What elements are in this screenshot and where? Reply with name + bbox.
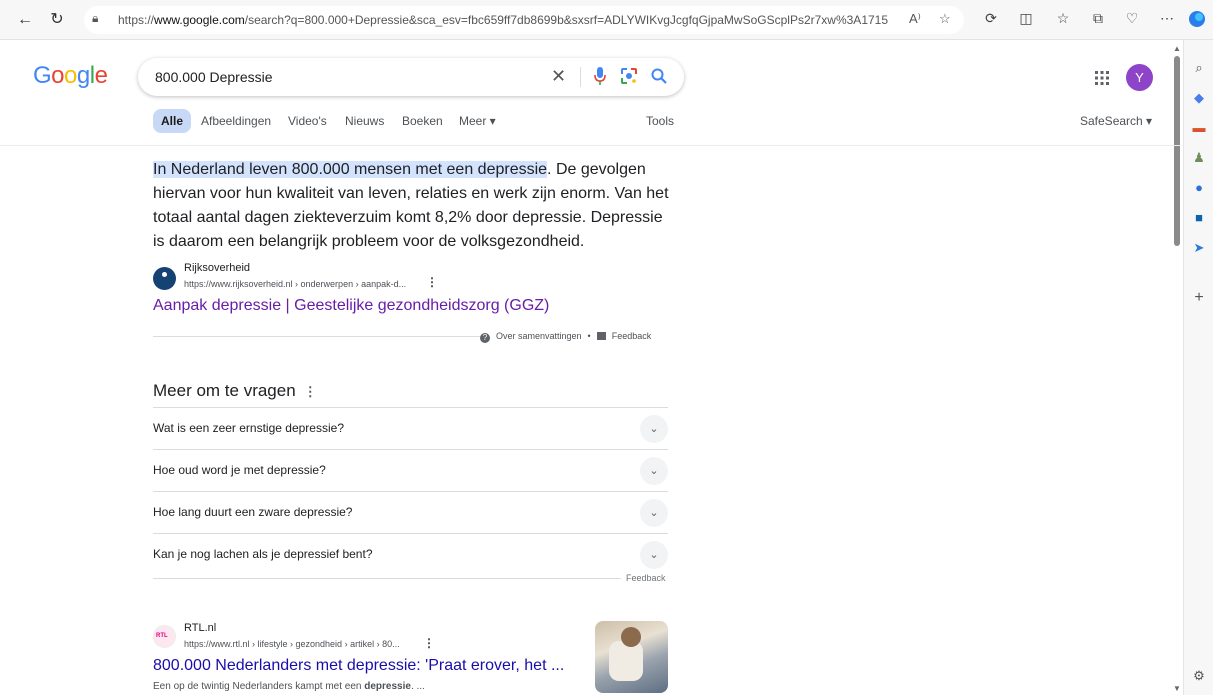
rtl-source-name[interactable]: RTL.nl xyxy=(184,622,216,634)
google-apps-icon[interactable] xyxy=(1094,70,1110,86)
search-icon[interactable] xyxy=(650,67,668,85)
rtl-source-cite[interactable]: https://www.rtl.nl › lifestyle › gezondh… xyxy=(184,639,400,649)
browser-essentials-icon[interactable]: ♡ xyxy=(1122,10,1142,27)
sidebar-people-icon[interactable]: ♟ xyxy=(1191,150,1207,166)
address-bar[interactable]: 🔒︎ https://www.google.com/search?q=800.0… xyxy=(84,6,964,34)
paa-question[interactable]: Kan je nog lachen als je depressief bent… xyxy=(153,533,668,575)
snippet-highlight: In Nederland leven 800.000 mensen met ee… xyxy=(153,161,548,178)
paa-heading: Meer om te vragen ⋮ xyxy=(153,381,317,400)
favorites-icon[interactable]: ☆ xyxy=(1053,10,1073,27)
snippet-feedback-link[interactable]: Feedback xyxy=(612,331,652,341)
source-cite: https://www.rijksoverheid.nl › onderwerp… xyxy=(184,279,407,289)
sidebar-outlook-icon[interactable]: ■ xyxy=(1191,210,1207,226)
clear-search-icon[interactable]: ✕ xyxy=(551,66,566,87)
sidebar-settings-icon[interactable]: ⚙ xyxy=(1191,668,1207,684)
paa-feedback-link[interactable]: Feedback xyxy=(626,573,666,583)
question-icon: ? xyxy=(480,333,490,343)
result-options-icon[interactable]: ⋮ xyxy=(423,636,435,650)
snippet-footer: ? Over samenvattingen • Feedback xyxy=(480,331,651,343)
paa-options-icon[interactable]: ⋮ xyxy=(304,384,317,399)
extensions-icon[interactable]: ⟳ xyxy=(981,10,1001,27)
sidebar-tag-icon[interactable]: ◆ xyxy=(1191,90,1207,106)
tab-alle[interactable]: Alle xyxy=(153,109,192,133)
sidebar-add-icon[interactable]: + xyxy=(1191,290,1207,306)
paa-question-text: Kan je nog lachen als je depressief bent… xyxy=(153,547,373,561)
tab-meer[interactable]: Meer ▾ xyxy=(459,109,496,133)
scroll-up-arrow-icon[interactable]: ▲ xyxy=(1173,44,1181,53)
snippet-footer-divider xyxy=(153,336,483,337)
read-aloud-icon[interactable]: A⁾ xyxy=(909,11,921,27)
paa-question-text: Hoe oud word je met depressie? xyxy=(153,463,326,477)
paa-question[interactable]: Wat is een zeer ernstige depressie? ⌄ xyxy=(153,407,668,449)
sidebar-office-icon[interactable]: ● xyxy=(1191,180,1207,196)
rtl-result-description: Een op de twintig Nederlanders kampt met… xyxy=(153,681,425,692)
search-divider xyxy=(580,67,581,87)
edge-sidebar: ⌕ ◆ ▬ ♟ ● ■ ➤ + ⚙ xyxy=(1183,40,1213,695)
back-arrow-icon[interactable]: ← xyxy=(14,9,36,31)
chevron-down-icon[interactable]: ⌄ xyxy=(640,457,668,485)
chevron-down-icon[interactable]: ⌄ xyxy=(640,499,668,527)
header-divider xyxy=(0,145,1181,146)
rtl-favicon-icon xyxy=(153,625,176,648)
sidebar-tools-icon[interactable]: ▬ xyxy=(1191,120,1207,136)
search-input[interactable]: 800.000 Depressie xyxy=(155,69,273,85)
sidebar-send-icon[interactable]: ➤ xyxy=(1191,240,1207,256)
tools-button[interactable]: Tools xyxy=(646,109,674,133)
favorite-star-icon[interactable]: ☆ xyxy=(939,11,951,27)
sidebar-search-icon[interactable]: ⌕ xyxy=(1191,60,1207,76)
paa-question-text: Wat is een zeer ernstige depressie? xyxy=(153,421,344,435)
google-logo[interactable]: Google xyxy=(33,62,108,90)
copilot-icon[interactable] xyxy=(1186,10,1208,31)
rtl-thumbnail-image[interactable] xyxy=(595,621,668,693)
account-avatar[interactable]: Y xyxy=(1126,64,1153,91)
paa-question[interactable]: Hoe oud word je met depressie? ⌄ xyxy=(153,449,668,491)
snippet-result-link[interactable]: Aanpak depressie | Geestelijke gezondhei… xyxy=(153,297,549,315)
more-menu-icon[interactable]: ⋯ xyxy=(1157,10,1177,27)
paa-question[interactable]: Hoe lang duurt een zware depressie? ⌄ xyxy=(153,491,668,533)
paa-bottom-divider xyxy=(153,578,621,579)
rtl-result-link[interactable]: 800.000 Nederlanders met depressie: 'Pra… xyxy=(153,657,564,675)
about-snippets-link[interactable]: Over samenvattingen xyxy=(496,331,582,341)
lock-icon: 🔒︎ xyxy=(92,11,99,25)
collections-icon[interactable]: ⧉ xyxy=(1088,10,1108,27)
tab-videos[interactable]: Video's xyxy=(288,109,327,133)
paa-question-text: Hoe lang duurt een zware depressie? xyxy=(153,505,353,519)
browser-toolbar: ← ↻ 🔒︎ https://www.google.com/search?q=8… xyxy=(0,0,1213,40)
tab-nieuws[interactable]: Nieuws xyxy=(345,109,384,133)
split-screen-icon[interactable]: ◫ xyxy=(1016,10,1036,27)
search-box[interactable]: 800.000 Depressie ✕ xyxy=(138,58,684,96)
refresh-icon[interactable]: ↻ xyxy=(46,9,68,31)
result-options-icon[interactable]: ⋮ xyxy=(426,275,438,289)
url-text: https://www.google.com/search?q=800.000+… xyxy=(118,13,888,27)
rijksoverheid-favicon-icon xyxy=(153,267,176,290)
chevron-down-icon[interactable]: ⌄ xyxy=(640,541,668,569)
tab-afbeeldingen[interactable]: Afbeeldingen xyxy=(201,109,271,133)
chevron-down-icon[interactable]: ⌄ xyxy=(640,415,668,443)
lens-search-icon[interactable] xyxy=(620,67,638,85)
voice-search-icon[interactable] xyxy=(592,66,608,86)
source-name: Rijksoverheid xyxy=(184,262,251,274)
separator-dot: • xyxy=(587,331,591,341)
page-scrollbar[interactable]: ▲ ▼ xyxy=(1173,44,1181,694)
scrollbar-thumb[interactable] xyxy=(1174,56,1180,246)
tab-boeken[interactable]: Boeken xyxy=(402,109,443,133)
safesearch-button[interactable]: SafeSearch ▾ xyxy=(1080,109,1152,133)
feedback-icon xyxy=(596,332,606,340)
featured-snippet-text: In Nederland leven 800.000 mensen met ee… xyxy=(153,158,673,254)
scroll-down-arrow-icon[interactable]: ▼ xyxy=(1173,684,1181,693)
